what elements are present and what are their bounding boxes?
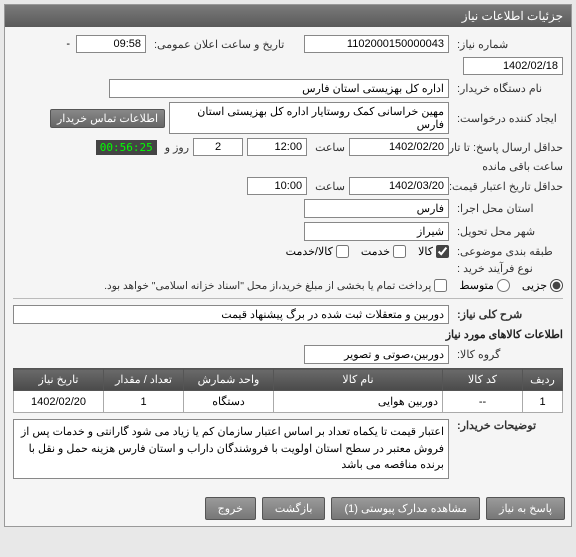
row-summary: شرح کلی نیاز: دوربین و متعقلات ثبت شده د… <box>13 305 563 324</box>
table-row[interactable]: 1 -- دوربین هوایی دستگاه 1 1402/02/20 <box>14 391 563 413</box>
goods-info-title: اطلاعات کالاهای مورد نیاز <box>13 328 563 341</box>
dash-sep: - <box>64 38 72 50</box>
label-remaining: ساعت باقی مانده <box>478 160 563 173</box>
label-buyer-notes: توضیحات خریدار: <box>453 419 563 432</box>
cb-treasury[interactable]: پرداخت تمام یا بخشی از مبلغ خرید،از محل … <box>104 279 447 292</box>
row-goods-group: گروه کالا: دوربین،صوتی و تصویر <box>13 345 563 364</box>
label-validity: حداقل تاریخ اعتبار قیمت: تا تاریخ: <box>453 180 563 193</box>
row-province: استان محل اجرا: فارس <box>13 199 563 218</box>
label-requester: ایجاد کننده درخواست: <box>453 112 563 125</box>
label-hour-1: ساعت <box>311 141 345 154</box>
th-name: نام کالا <box>274 369 443 391</box>
field-goods-group: دوربین،صوتی و تصویر <box>304 345 449 364</box>
field-deadline-date: 1402/02/20 <box>349 138 449 156</box>
field-province: فارس <box>304 199 449 218</box>
label-announce: تاریخ و ساعت اعلان عمومی: <box>150 38 300 51</box>
field-deadline-time: 12:00 <box>247 138 307 156</box>
label-province: استان محل اجرا: <box>453 202 563 215</box>
row-city: شهر محل تحویل: شیراز <box>13 222 563 241</box>
label-city: شهر محل تحویل: <box>453 225 563 238</box>
th-code: کد کالا <box>443 369 523 391</box>
cb-service-input[interactable] <box>393 245 406 258</box>
countdown-timer: 00:56:25 <box>96 140 157 155</box>
table-header-row: ردیف کد کالا نام کالا واحد شمارش تعداد /… <box>14 369 563 391</box>
rb-medium-input[interactable] <box>497 279 510 292</box>
footer-buttons: پاسخ به نیاز مشاهده مدارک پیوستی (1) باز… <box>5 491 571 526</box>
cb-treasury-input[interactable] <box>434 279 447 292</box>
cb-goods-service-input[interactable] <box>336 245 349 258</box>
field-requester: مهین خراسانی کمک روستایار اداره کل بهزیس… <box>169 102 449 134</box>
row-validity: حداقل تاریخ اعتبار قیمت: تا تاریخ: 1402/… <box>13 177 563 195</box>
purchase-group: جزیی متوسط پرداخت تمام یا بخشی از مبلغ خ… <box>104 279 563 292</box>
attachments-button[interactable]: مشاهده مدارک پیوستی (1) <box>331 497 480 520</box>
cb-service-label: خدمت <box>361 245 390 258</box>
field-need-no: 1102000150000043 <box>304 35 449 53</box>
td-code: -- <box>443 391 523 413</box>
field-remaining-days: 2 <box>193 138 243 156</box>
rb-medium-label: متوسط <box>459 279 494 292</box>
td-date: 1402/02/20 <box>14 391 104 413</box>
th-qty: تعداد / مقدار <box>104 369 184 391</box>
field-summary: دوربین و متعقلات ثبت شده در برگ پیشنهاد … <box>13 305 449 324</box>
label-deadline: حداقل ارسال پاسخ: تا تاریخ: <box>453 141 563 154</box>
row-purchase-type: نوع فرآیند خرید : جزیی متوسط پرداخت تمام… <box>13 262 563 292</box>
td-name: دوربین هوایی <box>274 391 443 413</box>
cb-goods-service[interactable]: کالا/خدمت <box>286 245 349 258</box>
cb-goods-service-label: کالا/خدمت <box>286 245 333 258</box>
cb-medium[interactable]: متوسط <box>459 279 510 292</box>
row-need-announce: شماره نیاز: 1102000150000043 تاریخ و ساع… <box>13 35 563 75</box>
goods-table: ردیف کد کالا نام کالا واحد شمارش تعداد /… <box>13 368 563 413</box>
cb-goods-label: کالا <box>418 245 433 258</box>
respond-button[interactable]: پاسخ به نیاز <box>486 497 565 520</box>
td-unit: دستگاه <box>184 391 274 413</box>
field-announce-date: 1402/02/18 <box>463 57 563 75</box>
field-city: شیراز <box>304 222 449 241</box>
label-buyer-org: نام دستگاه خریدار: <box>453 82 563 95</box>
contact-buyer-button[interactable]: اطلاعات تماس خریدار <box>50 109 165 128</box>
cb-minor[interactable]: جزیی <box>522 279 563 292</box>
cb-service[interactable]: خدمت <box>361 245 406 258</box>
field-validity-time: 10:00 <box>247 177 307 195</box>
rb-minor-label: جزیی <box>522 279 547 292</box>
label-hour-2: ساعت <box>311 180 345 193</box>
td-row: 1 <box>523 391 563 413</box>
label-goods-group: گروه کالا: <box>453 348 563 361</box>
cb-goods-input[interactable] <box>436 245 449 258</box>
cb-goods[interactable]: کالا <box>418 245 449 258</box>
td-qty: 1 <box>104 391 184 413</box>
field-buyer-org: اداره کل بهزیستی استان فارس <box>109 79 449 98</box>
panel-title: جزئیات اطلاعات نیاز <box>5 5 571 27</box>
th-date: تاریخ نیاز <box>14 369 104 391</box>
label-day-and: روز و <box>161 141 189 154</box>
label-summary: شرح کلی نیاز: <box>453 308 563 321</box>
details-panel: جزئیات اطلاعات نیاز شماره نیاز: 11020001… <box>4 4 572 527</box>
divider-1 <box>13 298 563 299</box>
field-announce-time: 09:58 <box>76 35 146 53</box>
purchase-note: پرداخت تمام یا بخشی از مبلغ خرید،از محل … <box>104 280 431 292</box>
label-classification: طبقه بندی موضوعی: <box>453 245 563 258</box>
field-buyer-notes: اعتبار قیمت تا یکماه تعداد بر اساس اعتبا… <box>13 419 449 479</box>
row-classification: طبقه بندی موضوعی: کالا خدمت کالا/خدمت <box>13 245 563 258</box>
row-deadline: حداقل ارسال پاسخ: تا تاریخ: 1402/02/20 س… <box>13 138 563 173</box>
field-validity-date: 1402/03/20 <box>349 177 449 195</box>
row-buyer-notes: توضیحات خریدار: اعتبار قیمت تا یکماه تعد… <box>13 419 563 479</box>
th-unit: واحد شمارش <box>184 369 274 391</box>
row-requester: ایجاد کننده درخواست: مهین خراسانی کمک رو… <box>13 102 563 134</box>
exit-button[interactable]: خروج <box>205 497 256 520</box>
rb-minor-input[interactable] <box>550 279 563 292</box>
th-row: ردیف <box>523 369 563 391</box>
panel-body: شماره نیاز: 1102000150000043 تاریخ و ساع… <box>5 27 571 491</box>
label-purchase-type: نوع فرآیند خرید : <box>453 262 563 275</box>
row-buyer-org: نام دستگاه خریدار: اداره کل بهزیستی استا… <box>13 79 563 98</box>
classification-group: کالا خدمت کالا/خدمت <box>286 245 449 258</box>
label-need-no: شماره نیاز: <box>453 38 563 51</box>
back-button[interactable]: بازگشت <box>262 497 326 520</box>
